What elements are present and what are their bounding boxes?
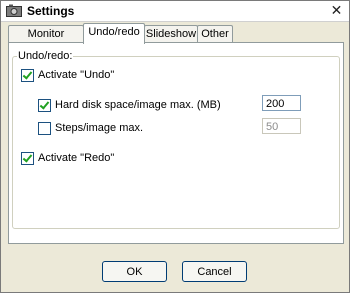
- ok-button[interactable]: OK: [102, 261, 167, 282]
- tab-slideshow[interactable]: Slideshow: [144, 25, 198, 43]
- activate-redo-label: Activate "Redo": [38, 152, 115, 164]
- tab-undo-redo[interactable]: Undo/redo: [83, 23, 145, 44]
- group-legend: Undo/redo:: [17, 50, 74, 62]
- hard-disk-input[interactable]: 200: [262, 95, 301, 111]
- hard-disk-label: Hard disk space/image max. (MB): [55, 99, 221, 111]
- window-title: Settings: [27, 4, 75, 18]
- close-icon[interactable]: ✕: [329, 3, 344, 18]
- steps-label: Steps/image max.: [55, 122, 144, 134]
- settings-app-icon: [6, 4, 22, 17]
- undo-redo-panel: Undo/redo: Activate "Undo" Hard disk spa…: [8, 42, 344, 244]
- undo-redo-group: Undo/redo: Activate "Undo" Hard disk spa…: [12, 50, 340, 229]
- settings-dialog: Settings ✕ Monitor gamma Undo/redo Slide…: [0, 0, 350, 293]
- activate-redo-checkbox[interactable]: [21, 152, 34, 165]
- hard-disk-checkbox[interactable]: [38, 99, 51, 112]
- activate-undo-checkbox[interactable]: [21, 69, 34, 82]
- activate-undo-label: Activate "Undo": [38, 69, 115, 81]
- tab-monitor-gamma[interactable]: Monitor gamma: [8, 25, 84, 57]
- title-bar: Settings ✕: [1, 1, 349, 22]
- steps-input[interactable]: 50: [262, 118, 301, 134]
- steps-checkbox[interactable]: [38, 122, 51, 135]
- cancel-button[interactable]: Cancel: [182, 261, 247, 282]
- tab-other[interactable]: Other: [197, 25, 233, 43]
